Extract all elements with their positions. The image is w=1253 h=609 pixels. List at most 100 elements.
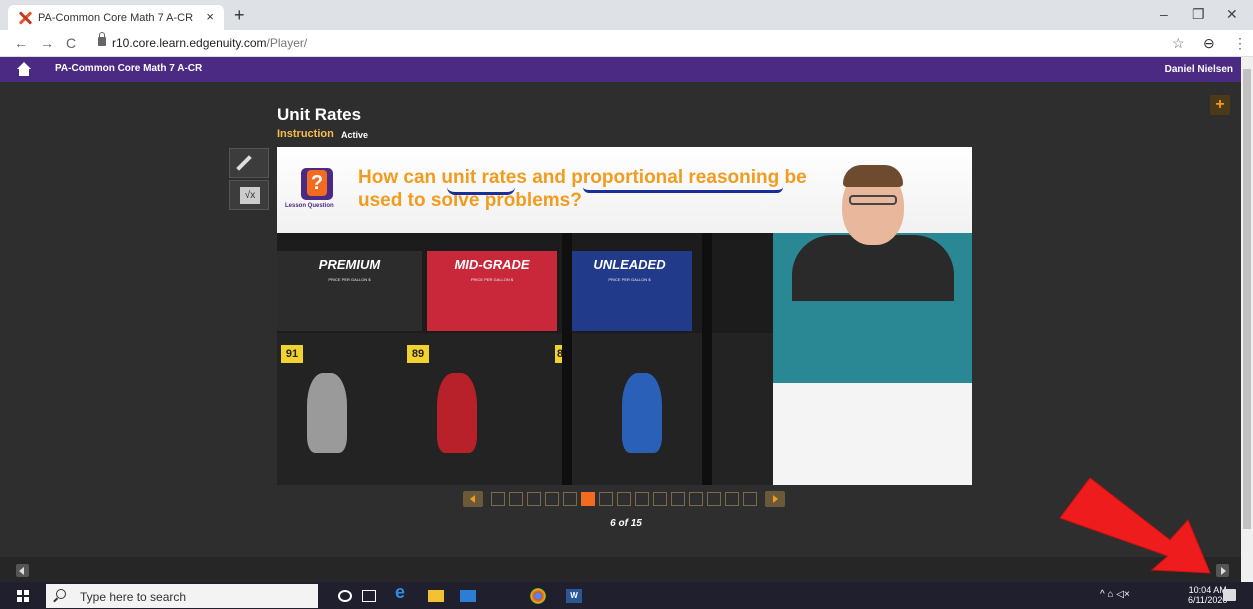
previous-activity-button[interactable] bbox=[16, 564, 29, 577]
browser-menu-icon[interactable]: ⋮ bbox=[1233, 35, 1247, 52]
search-placeholder: Type here to search bbox=[80, 590, 187, 604]
lesson-question-label: Lesson Question bbox=[285, 203, 334, 209]
edgenuity-favicon-icon bbox=[18, 11, 32, 25]
page-count: 6 of 15 bbox=[610, 518, 642, 529]
frame-dot-4[interactable] bbox=[545, 492, 559, 506]
file-explorer-icon[interactable] bbox=[428, 590, 444, 602]
url-path: /Player/ bbox=[266, 36, 308, 50]
next-frame-button[interactable] bbox=[765, 491, 785, 507]
activity-nav-bar bbox=[0, 557, 1241, 582]
taskbar-search[interactable]: Type here to search bbox=[46, 584, 318, 608]
pencil-tool-button[interactable] bbox=[229, 148, 269, 178]
gas-pump-photo: PREMIUM PRICE PER GALLON $ MID-GRADE PRI… bbox=[277, 233, 773, 485]
frame-dot-6[interactable] bbox=[581, 492, 595, 506]
windows-taskbar: Type here to search e W ^ ⌂ ◁× 10:04 AM … bbox=[0, 582, 1253, 609]
frame-dot-13[interactable] bbox=[707, 492, 721, 506]
pump-label-midgrade: MID-GRADE bbox=[454, 257, 530, 272]
frame-dot-9[interactable] bbox=[635, 492, 649, 506]
nozzle-grey bbox=[307, 373, 347, 453]
frame-dot-8[interactable] bbox=[617, 492, 631, 506]
frame-pager bbox=[463, 491, 785, 507]
unit-title: Unit Rates bbox=[277, 105, 362, 124]
forward-button[interactable]: → bbox=[40, 35, 54, 51]
price-label: PRICE PER GALLON $ bbox=[470, 277, 514, 282]
price-label: PRICE PER GALLON $ bbox=[608, 277, 651, 282]
presenter-hair bbox=[843, 165, 903, 187]
activity-status: Active bbox=[341, 130, 369, 140]
pencil-icon bbox=[236, 155, 252, 171]
frame-dot-5[interactable] bbox=[563, 492, 577, 506]
system-tray-icons[interactable]: ^ ⌂ ◁× bbox=[1100, 589, 1130, 600]
previous-frame-button[interactable] bbox=[463, 491, 483, 507]
hose bbox=[702, 233, 712, 485]
frame-dot-11[interactable] bbox=[671, 492, 685, 506]
clock-date: 6/11/2020 bbox=[1188, 595, 1228, 605]
browser-tab-strip: PA-Common Core Math 7 A-CR × + – ❐ ✕ bbox=[0, 0, 1253, 30]
edge-browser-icon[interactable]: e bbox=[392, 583, 408, 601]
windows-start-icon[interactable] bbox=[17, 590, 29, 602]
nozzle-red bbox=[437, 373, 477, 453]
pump-label-premium: PREMIUM bbox=[318, 257, 381, 272]
course-title: PA-Common Core Math 7 A-CR bbox=[55, 63, 203, 74]
close-window-button[interactable]: ✕ bbox=[1226, 6, 1238, 23]
frame-dot-2[interactable] bbox=[509, 492, 523, 506]
plus-button[interactable]: + bbox=[1210, 95, 1230, 115]
clock[interactable]: 10:04 AM 6/11/2020 bbox=[1188, 585, 1227, 605]
ink-underline-proportional-reasoning bbox=[583, 187, 783, 193]
pump-lower bbox=[277, 333, 773, 485]
search-icon bbox=[56, 589, 66, 599]
premium-panel: PREMIUM PRICE PER GALLON $ bbox=[277, 251, 422, 331]
calculator-tool-button[interactable]: √x bbox=[229, 180, 269, 210]
cortana-icon[interactable] bbox=[338, 590, 352, 602]
scrollbar-thumb[interactable] bbox=[1243, 69, 1251, 529]
user-name[interactable]: Daniel Nielsen bbox=[1165, 64, 1233, 75]
activity-type: Instruction bbox=[277, 128, 334, 140]
page-scrollbar[interactable] bbox=[1241, 57, 1253, 582]
lesson-stage: Unit Rates Instruction Active + √x Lesso… bbox=[0, 82, 1241, 557]
address-bar: ← → C r10.core.learn.edgenuity.com/Playe… bbox=[0, 30, 1253, 57]
browser-tab[interactable]: PA-Common Core Math 7 A-CR × bbox=[8, 5, 224, 30]
frame-dot-12[interactable] bbox=[689, 492, 703, 506]
notification-icon[interactable] bbox=[1223, 589, 1236, 601]
lock-icon bbox=[98, 32, 106, 46]
reload-button[interactable]: C bbox=[66, 35, 76, 51]
course-header: PA-Common Core Math 7 A-CR Daniel Nielse… bbox=[0, 57, 1241, 82]
hose bbox=[562, 233, 572, 485]
presenter-glasses bbox=[849, 195, 897, 205]
nozzle-blue bbox=[622, 373, 662, 453]
frame-dot-7[interactable] bbox=[599, 492, 613, 506]
tab-title: PA-Common Core Math 7 A-CR bbox=[38, 11, 194, 24]
frame-dot-15[interactable] bbox=[743, 492, 757, 506]
unleaded-panel: UNLEADED PRICE PER GALLON $ bbox=[567, 251, 692, 331]
calculator-icon: √x bbox=[240, 187, 260, 204]
frame-dots bbox=[491, 492, 757, 506]
clock-time: 10:04 AM bbox=[1188, 585, 1227, 595]
lesson-question-line1: How can unit rates and proportional reas… bbox=[358, 167, 807, 188]
red-arrow-annotation bbox=[1060, 478, 1211, 574]
octane-badge: 91 bbox=[281, 345, 303, 363]
pump-label-unleaded: UNLEADED bbox=[593, 257, 666, 272]
lesson-question-icon bbox=[301, 168, 333, 200]
home-icon[interactable] bbox=[17, 62, 31, 76]
frame-dot-3[interactable] bbox=[527, 492, 541, 506]
price-label: PRICE PER GALLON $ bbox=[328, 277, 371, 282]
tab-close-icon[interactable]: × bbox=[206, 9, 214, 24]
new-tab-button[interactable]: + bbox=[234, 5, 245, 26]
frame-dot-10[interactable] bbox=[653, 492, 667, 506]
chrome-icon[interactable] bbox=[530, 588, 546, 604]
word-icon[interactable]: W bbox=[566, 589, 582, 603]
profile-icon[interactable]: ⊖ bbox=[1203, 35, 1215, 52]
octane-badge: 89 bbox=[407, 345, 429, 363]
lesson-video[interactable]: Lesson Question How can unit rates and p… bbox=[277, 147, 972, 485]
frame-dot-1[interactable] bbox=[491, 492, 505, 506]
url-host: r10.core.learn.edgenuity.com bbox=[112, 36, 267, 50]
url-field[interactable]: r10.core.learn.edgenuity.com/Player/ bbox=[112, 36, 307, 50]
maximize-button[interactable]: ❐ bbox=[1192, 6, 1205, 23]
ink-underline-unit-rates bbox=[447, 187, 515, 195]
frame-dot-14[interactable] bbox=[725, 492, 739, 506]
back-button[interactable]: ← bbox=[14, 35, 28, 51]
mail-store-icon[interactable] bbox=[460, 590, 476, 602]
bookmark-star-icon[interactable]: ☆ bbox=[1172, 35, 1185, 52]
minimize-button[interactable]: – bbox=[1160, 6, 1168, 22]
task-view-icon[interactable] bbox=[362, 590, 376, 602]
